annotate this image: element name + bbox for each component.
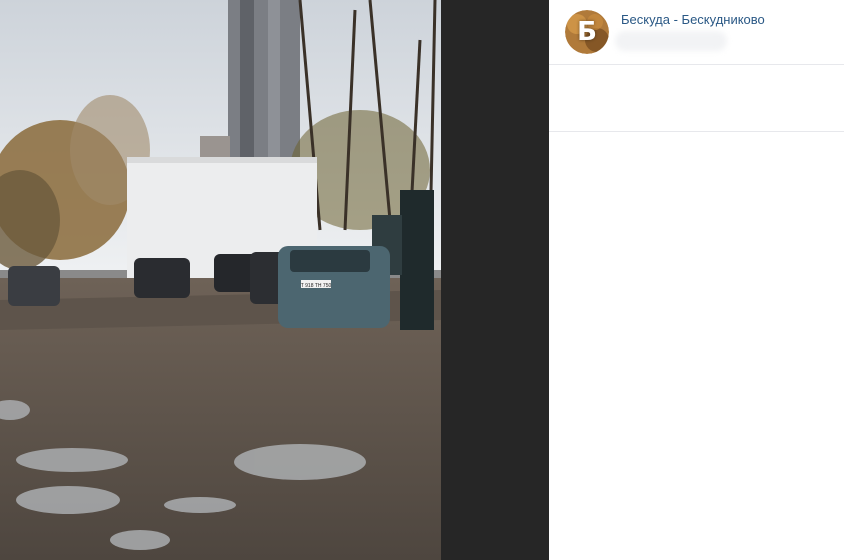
license-plate-text: Т 918 ТН 750 xyxy=(301,283,332,289)
author-name-link[interactable]: Бескуда - Бескудниково xyxy=(621,12,765,28)
apartment-tower xyxy=(228,0,300,160)
post-sidebar: Б Бескуда - Бескудниково xyxy=(549,0,844,560)
photo-viewer-image[interactable]: Т 918 ТН 750 xyxy=(0,0,441,560)
post-text-area xyxy=(549,65,844,132)
post-date-placeholder xyxy=(615,31,727,51)
avatar-letter: Б xyxy=(577,17,597,47)
comments-area xyxy=(549,132,844,560)
viewer-backdrop xyxy=(441,0,549,560)
avatar[interactable]: Б xyxy=(565,10,609,54)
post-header: Б Бескуда - Бескудниково xyxy=(549,0,844,65)
